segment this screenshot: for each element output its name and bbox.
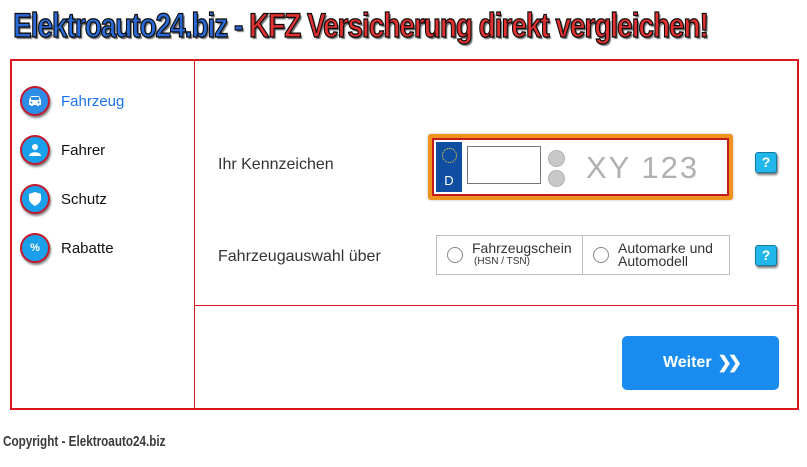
step-sidebar: Fahrzeug Fahrer Schutz % Rabatte — [12, 61, 195, 408]
banner-separator: - — [233, 6, 243, 45]
next-button[interactable]: Weiter ❯❯ — [622, 336, 779, 390]
registration-stamp-icon — [548, 150, 565, 167]
percent-icon: % — [20, 233, 50, 263]
sidebar-item-schutz[interactable]: Schutz — [20, 184, 107, 214]
help-icon[interactable]: ? — [755, 245, 777, 266]
car-icon — [20, 86, 50, 116]
site-name: Elektroauto24.biz — [13, 6, 229, 45]
option-sublabel: (HSN / TSN) — [474, 256, 530, 267]
radio-button[interactable] — [593, 247, 609, 263]
sidebar-item-label: Fahrzeug — [61, 92, 125, 110]
plate-number-placeholder[interactable]: XY 123 — [586, 150, 699, 186]
option-label: Fahrzeugschein — [472, 240, 572, 256]
double-chevron-right-icon: ❯❯ — [717, 353, 742, 372]
inspection-stamp-icon — [548, 170, 565, 187]
vehicle-selection-radio-group: Fahrzeugschein (HSN / TSN) Automarke und… — [436, 235, 730, 275]
insurance-form-card: Fahrzeug Fahrer Schutz % Rabatte Ihr Ken… — [10, 59, 799, 410]
form-content: Ihr Kennzeichen D XY 123 ? Fahrzeugauswa… — [195, 61, 797, 408]
site-banner: Elektroauto24.biz - KFZ Versicherung dir… — [0, 4, 710, 48]
sidebar-item-fahrer[interactable]: Fahrer — [20, 135, 105, 165]
country-code: D — [444, 173, 454, 188]
next-button-label: Weiter — [662, 354, 712, 371]
eu-stars-icon — [442, 148, 457, 163]
section-divider — [195, 305, 797, 306]
district-code-input[interactable] — [467, 146, 541, 184]
sidebar-item-label: Fahrer — [61, 141, 106, 159]
radio-button[interactable] — [447, 247, 463, 263]
license-plate: D XY 123 — [432, 138, 729, 196]
option-automarke[interactable]: Automarke und Automodell — [583, 236, 729, 274]
copyright-text: Copyright - Elektroauto24.biz — [3, 433, 166, 450]
sidebar-item-fahrzeug[interactable]: Fahrzeug — [20, 86, 124, 116]
license-plate-frame: D XY 123 — [428, 134, 733, 200]
shield-icon — [20, 184, 50, 214]
person-icon — [20, 135, 50, 165]
eu-country-band: D — [436, 142, 462, 192]
sidebar-item-label: Schutz — [61, 190, 107, 208]
sidebar-item-rabatte[interactable]: % Rabatte — [20, 233, 114, 263]
sidebar-item-label: Rabatte — [61, 239, 114, 257]
option-fahrzeugschein[interactable]: Fahrzeugschein (HSN / TSN) — [437, 236, 583, 274]
help-icon[interactable]: ? — [755, 152, 777, 173]
option-sublabel: Automodell — [618, 253, 689, 269]
license-plate-label: Ihr Kennzeichen — [218, 156, 334, 173]
vehicle-selection-label: Fahrzeugauswahl über — [218, 248, 381, 265]
banner-tagline: KFZ Versicherung direkt vergleichen! — [249, 6, 710, 45]
